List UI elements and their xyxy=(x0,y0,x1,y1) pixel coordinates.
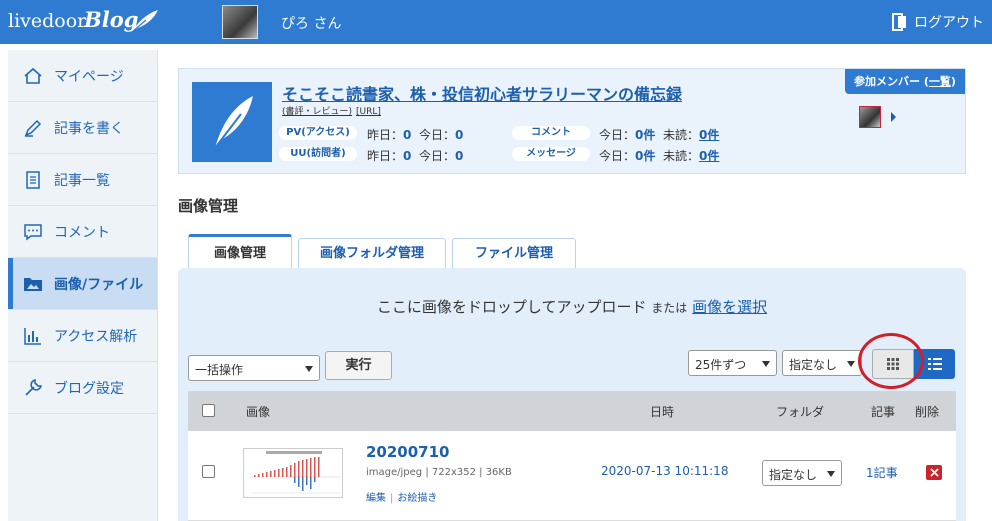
top-bar: livedoor Blog ぴろ さん ログアウト xyxy=(0,0,992,44)
uu-stats: 昨日：0 今日：0 xyxy=(367,149,464,163)
bulk-action-select[interactable]: 一括操作 xyxy=(188,355,320,381)
logout-icon xyxy=(892,13,906,31)
username: ぴろ さん xyxy=(281,16,342,32)
col-delete: 削除 xyxy=(915,405,940,419)
feather-logo-icon xyxy=(131,10,158,33)
run-button[interactable]: 実行 xyxy=(325,351,392,380)
file-name-link[interactable]: 20200710 xyxy=(366,443,450,461)
blog-category[interactable]: (書評・レビュー) xyxy=(282,107,352,117)
page-title: 画像管理 xyxy=(178,197,239,215)
col-articles: 記事 xyxy=(871,405,896,419)
table-row: 20200710 image/jpeg | 722x352 | 36KB 編集 |… xyxy=(188,431,956,521)
file-date: 2020-07-13 10:11:18 xyxy=(601,464,729,478)
message-label: メッセージ xyxy=(512,147,590,161)
tab-image-management[interactable]: 画像管理 xyxy=(188,234,292,269)
close-icon xyxy=(929,468,939,477)
feather-icon xyxy=(214,96,253,149)
grid-view-button[interactable] xyxy=(872,349,914,379)
sidebar-item-analytics[interactable]: アクセス解析 xyxy=(8,310,157,362)
comment-unread-link[interactable]: 0件 xyxy=(699,128,719,142)
message-today-link[interactable]: 0件 xyxy=(635,149,655,163)
pv-label: PV(アクセス) xyxy=(279,126,357,140)
file-meta: image/jpeg | 722x352 | 36KB xyxy=(366,467,512,478)
comment-today-link[interactable]: 0件 xyxy=(635,128,655,142)
member-avatar[interactable] xyxy=(859,106,881,128)
comment-label: コメント xyxy=(512,126,590,140)
bar-chart-icon xyxy=(22,325,44,347)
drop-zone[interactable]: ここに画像をドロップしてアップロード または 画像を選択 xyxy=(178,296,966,317)
select-image-link[interactable]: 画像を選択 xyxy=(692,298,767,316)
chart-thumbnail-image xyxy=(244,449,342,497)
sidebar-item-label: 画像/ファイル xyxy=(54,276,144,293)
uu-label: UU(訪問者) xyxy=(279,147,357,161)
grid-icon xyxy=(887,358,899,370)
sidebar-item-comments[interactable]: コメント xyxy=(8,206,157,258)
comment-icon xyxy=(22,221,44,243)
blog-meta: (書評・レビュー) [URL] xyxy=(282,104,385,117)
sidebar-item-write[interactable]: 記事を書く xyxy=(8,102,157,154)
message-stats: 今日：0件 未読：0件 xyxy=(599,149,720,163)
blog-thumbnail[interactable] xyxy=(192,82,272,162)
sidebar-item-mypage[interactable]: マイページ xyxy=(8,50,157,102)
row-folder-select[interactable]: 指定なし xyxy=(762,460,842,486)
sidebar-item-settings[interactable]: ブログ設定 xyxy=(8,362,157,414)
delete-button[interactable] xyxy=(926,465,942,480)
sidebar-item-label: ブログ設定 xyxy=(54,380,124,397)
select-all-checkbox[interactable] xyxy=(202,404,215,417)
sidebar-item-label: アクセス解析 xyxy=(54,328,138,345)
list-view-button[interactable] xyxy=(914,349,955,379)
pen-icon xyxy=(22,117,44,139)
pv-stats: 昨日：0 今日：0 xyxy=(367,128,464,142)
draw-link[interactable]: お絵描き xyxy=(397,493,437,504)
sidebar-item-label: 記事を書く xyxy=(54,120,124,137)
sidebar-item-label: 記事一覧 xyxy=(54,172,110,189)
image-folder-icon xyxy=(22,273,44,295)
sidebar: マイページ 記事を書く 記事一覧 コメント 画像/ファイル アクセス解析 ブログ… xyxy=(8,50,158,521)
user-avatar[interactable] xyxy=(222,5,258,39)
folder-filter-select[interactable]: 指定なし xyxy=(782,350,862,376)
home-icon xyxy=(22,65,44,87)
blog-info-card: そこそこ読書家、株・投信初心者サラリーマンの備忘録 (書評・レビュー) [URL]… xyxy=(178,68,966,174)
col-date: 日時 xyxy=(650,405,675,419)
tab-image-folder[interactable]: 画像フォルダ管理 xyxy=(298,238,446,269)
logout-label: ログアウト xyxy=(914,15,984,31)
document-list-icon xyxy=(22,169,44,191)
tab-file-management[interactable]: ファイル管理 xyxy=(452,238,576,269)
table-header: 画像 日時 フォルダ 記事 削除 xyxy=(188,391,956,431)
col-image: 画像 xyxy=(246,405,271,419)
image-thumbnail[interactable] xyxy=(243,448,343,498)
comment-stats: 今日：0件 未読：0件 xyxy=(599,128,720,142)
file-actions: 編集 | お絵描き xyxy=(366,493,438,504)
sidebar-item-label: マイページ xyxy=(54,68,124,85)
list-icon xyxy=(927,358,942,370)
blog-url-link[interactable]: [URL] xyxy=(356,107,381,117)
logo-livedoor[interactable]: livedoor xyxy=(8,10,86,32)
sidebar-item-articles[interactable]: 記事一覧 xyxy=(8,154,157,206)
per-page-select[interactable]: 25件ずつ xyxy=(688,350,777,376)
sidebar-item-images[interactable]: 画像/ファイル xyxy=(8,258,157,310)
sidebar-item-label: コメント xyxy=(54,224,110,241)
member-next-arrow-icon[interactable] xyxy=(891,112,896,122)
edit-link[interactable]: 編集 xyxy=(366,493,386,504)
member-list-button[interactable]: 参加メンバー (一覧) xyxy=(845,69,965,94)
article-count-link[interactable]: 1記事 xyxy=(866,464,898,481)
logout-button[interactable]: ログアウト xyxy=(892,12,984,32)
message-unread-link[interactable]: 0件 xyxy=(699,149,719,163)
row-checkbox[interactable] xyxy=(202,465,215,478)
wrench-icon xyxy=(22,377,44,399)
col-folder: フォルダ xyxy=(776,405,825,419)
blog-title[interactable]: そこそこ読書家、株・投信初心者サラリーマンの備忘録 xyxy=(282,81,682,105)
